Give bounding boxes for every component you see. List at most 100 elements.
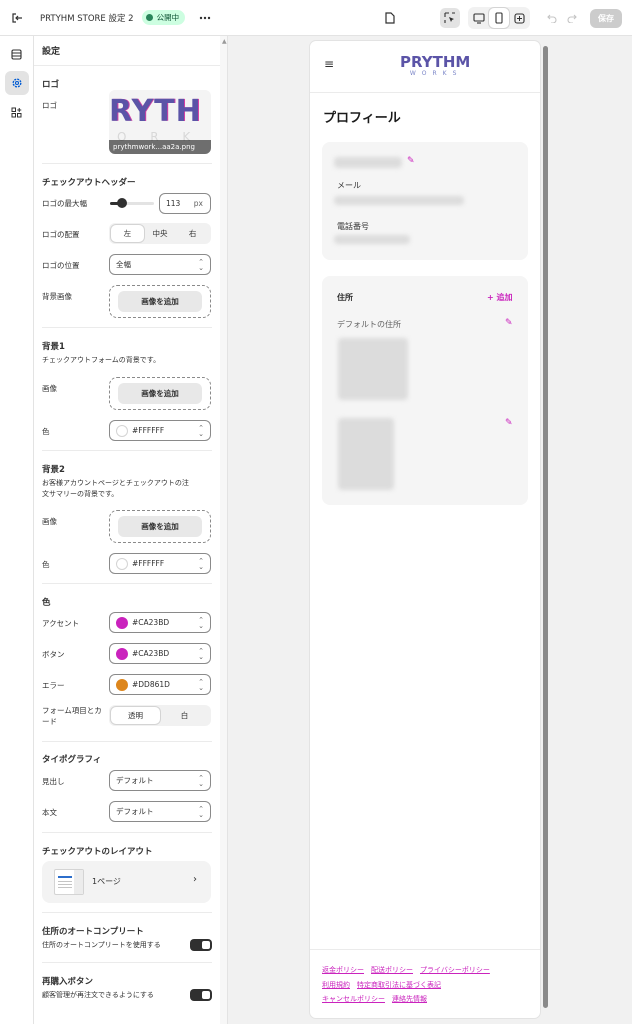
logo-position-select[interactable]: 全幅 ⌃ ⌄ [109,254,211,275]
edit-pencil-icon[interactable]: ✎ [505,418,513,428]
logo-file-name: prythmwork...aa2a.png [109,140,211,154]
layout-value: 1ページ [92,877,121,886]
privacy-policy-link[interactable]: プライバシーポリシー [420,966,490,974]
divider [42,327,212,328]
white-option[interactable]: 白 [160,707,209,724]
phone-label: 電話番号 [337,222,369,231]
autocomplete-label: 住所のオートコンプリートを使用する [42,941,161,949]
logo-width-input[interactable]: 113 px [159,193,211,214]
redo-icon[interactable] [562,8,582,28]
address-title: 住所 [337,293,353,302]
settings-gear-icon[interactable] [4,71,29,95]
inspector-icon[interactable] [440,8,460,28]
accent-color-value: #CA23BD [132,618,170,627]
blurred-name [334,157,402,168]
logo-thumb-text: RYTH [109,94,202,129]
add-header-image-button[interactable]: 画像を追加 [118,291,202,312]
hamburger-menu-icon[interactable]: ≡ [324,57,334,71]
button-color-picker[interactable]: #CA23BD ⌃ ⌄ [109,643,211,664]
contact-info-link[interactable]: 連絡先情報 [392,995,427,1003]
profile-card: ✎ メール 電話番号 [322,142,528,260]
checkout-preview: ≡ PRYTHM WORKS プロフィール ✎ メール 電話番号 住所 + 追加… [310,41,540,1018]
colors-title: 色 [42,598,51,608]
preview-scrollbar[interactable] [543,46,548,1008]
preview-logo: PRYTHM WORKS [400,54,470,77]
checkout-layout-title: チェックアウトのレイアウト [42,847,153,857]
align-left-option[interactable]: 左 [111,225,144,242]
desktop-view-icon[interactable] [469,8,489,28]
preview-logo-main: PRYTHM [400,53,471,71]
error-color-label: エラー [42,681,65,690]
refund-policy-link[interactable]: 返金ポリシー [322,966,364,974]
background2-color-value: #FFFFFF [132,559,165,568]
divider [42,583,212,584]
error-color-picker[interactable]: #DD861D ⌃ ⌄ [109,674,211,695]
typography-title: タイポグラフィ [42,755,102,765]
divider [42,741,212,742]
background1-color-picker[interactable]: #FFFFFF ⌃ ⌄ [109,420,211,441]
undo-icon[interactable] [542,8,562,28]
color-swatch [116,616,128,629]
logo-thumbnail[interactable]: RYTH O R K prythmwork...aa2a.png [109,90,211,154]
heading-font-select[interactable]: デフォルト ⌃ ⌄ [109,770,211,791]
add-background1-image-button[interactable]: 画像を追加 [118,383,202,404]
autocomplete-toggle[interactable] [190,939,212,951]
panel-title: 設定 [34,36,220,66]
logo-section-title: ロゴ [42,80,60,90]
background1-dropzone: 画像を追加 [109,377,211,410]
color-swatch [116,557,128,570]
logo-alignment-label: ロゴの配置 [42,230,80,239]
preview-header: ≡ PRYTHM WORKS [310,41,540,93]
device-switcher [468,7,530,29]
background1-image-label: 画像 [42,384,57,393]
align-center-option[interactable]: 中央 [144,225,177,242]
reorder-label: 顧客管理が再注文できるようにする [42,991,154,999]
status-text: 公開中 [156,13,180,22]
background2-color-picker[interactable]: #FFFFFF ⌃ ⌄ [109,553,211,574]
form-style-segmented: 透明 白 [109,705,211,726]
exit-icon[interactable] [0,0,34,36]
logo-width-slider-handle[interactable] [117,198,127,208]
add-background2-image-button[interactable]: 画像を追加 [118,516,202,537]
cancellation-policy-link[interactable]: キャンセルポリシー [322,995,385,1003]
mobile-view-icon[interactable] [489,8,509,28]
reorder-toggle[interactable] [190,989,212,1001]
more-actions-icon[interactable] [195,8,215,28]
shipping-policy-link[interactable]: 配送ポリシー [371,966,413,974]
select-chevron-icon: ⌃ ⌄ [198,424,204,438]
divider [42,962,212,963]
background2-desc-line1: お客様アカウントページとチェックアウトの注 [42,479,189,487]
status-dot [145,14,153,21]
terms-link[interactable]: 利用規約 [322,981,350,989]
accent-color-picker[interactable]: #CA23BD ⌃ ⌄ [109,612,211,633]
commerce-law-link[interactable]: 特定商取引法に基づく表記 [357,981,441,989]
select-chevron-icon: ⌃ ⌄ [198,258,204,272]
layout-selector[interactable]: 1ページ › [42,861,211,903]
save-button[interactable]: 保存 [590,8,622,28]
apps-icon[interactable] [5,100,29,124]
blurred-phone [334,235,410,244]
chevron-right-icon: › [193,874,197,885]
logo-max-width-label: ロゴの最大幅 [42,199,87,208]
preview-footer-divider [310,949,540,950]
panel-scrollbar[interactable]: ▲ [220,36,228,1024]
logo-alignment-segmented: 左 中央 右 [109,223,211,244]
page-icon[interactable] [380,8,400,28]
edit-pencil-icon[interactable]: ✎ [407,156,415,166]
color-swatch [116,424,128,437]
reorder-title: 再購入ボタン [42,977,94,987]
align-right-option[interactable]: 右 [176,225,209,242]
sections-icon[interactable] [5,42,29,66]
background1-color-value: #FFFFFF [132,426,165,435]
select-chevron-icon: ⌃ ⌄ [198,557,204,571]
left-rail [0,36,34,1024]
background2-color-label: 色 [42,560,50,569]
add-address-link[interactable]: + 追加 [487,292,513,303]
body-font-select[interactable]: デフォルト ⌃ ⌄ [109,801,211,822]
logo-position-label: ロゴの位置 [42,261,80,270]
edit-pencil-icon[interactable]: ✎ [505,318,513,328]
checkout-header-title: チェックアウトヘッダー [42,178,136,188]
button-color-label: ボタン [42,650,65,659]
transparent-option[interactable]: 透明 [111,707,160,724]
fullscreen-icon[interactable] [509,8,529,28]
